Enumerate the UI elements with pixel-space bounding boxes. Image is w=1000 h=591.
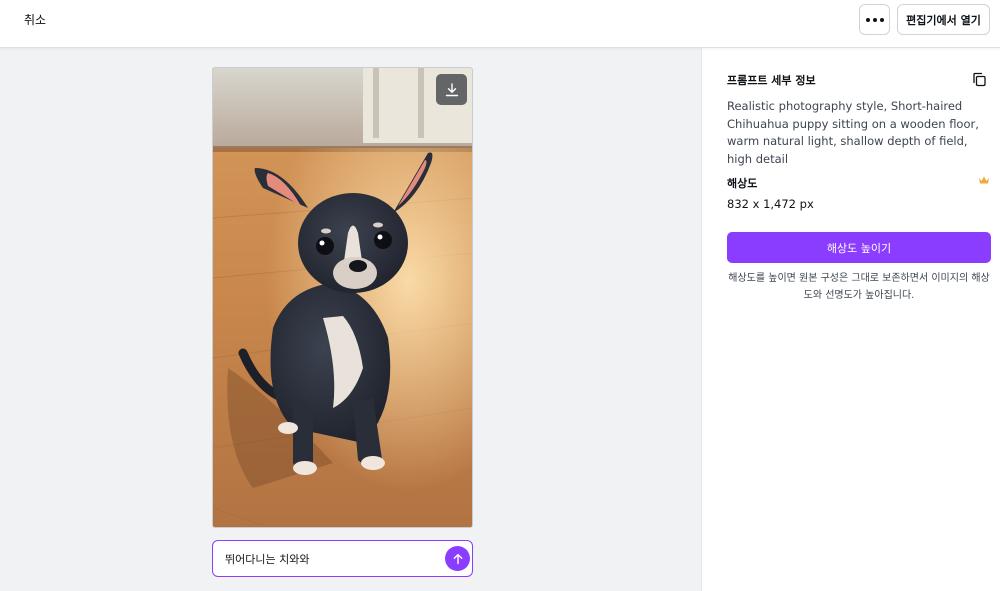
upscale-button[interactable]: 해상도 높이기 (727, 232, 991, 263)
more-dot (879, 17, 884, 22)
arrow-up-icon (453, 553, 462, 564)
copy-prompt-button[interactable] (970, 70, 988, 88)
more-dot (872, 17, 877, 22)
more-options-button[interactable] (859, 4, 890, 35)
chihuahua-photo (213, 68, 472, 527)
generated-image[interactable] (212, 67, 473, 528)
more-horizontal-icon (865, 17, 870, 22)
open-in-editor-button[interactable]: 편집기에서 열기 (897, 4, 990, 35)
crown-icon (979, 176, 989, 184)
download-button[interactable] (436, 74, 467, 105)
copy-icon (972, 72, 986, 86)
resolution-title: 해상도 (727, 177, 758, 190)
prompt-input-box (212, 540, 473, 577)
send-button[interactable] (445, 546, 470, 571)
prompt-description: Realistic photography style, Short-haire… (727, 99, 979, 166)
upscale-description: 해상도를 높이면 원본 구성은 그대로 보존하면서 이미지의 해상도와 선명도가… (728, 273, 990, 301)
image-canvas-area (0, 48, 701, 591)
prompt-details-title: 프롬프트 세부 정보 (727, 74, 816, 87)
resolution-value: 832 x 1,472 px (727, 197, 814, 211)
top-bar: 취소 편집기에서 열기 (0, 0, 1000, 48)
prompt-input[interactable] (223, 549, 433, 569)
cancel-button[interactable]: 취소 (14, 8, 56, 32)
download-icon (445, 82, 458, 96)
details-panel: 프롬프트 세부 정보 Realistic photography style, … (701, 48, 1000, 591)
